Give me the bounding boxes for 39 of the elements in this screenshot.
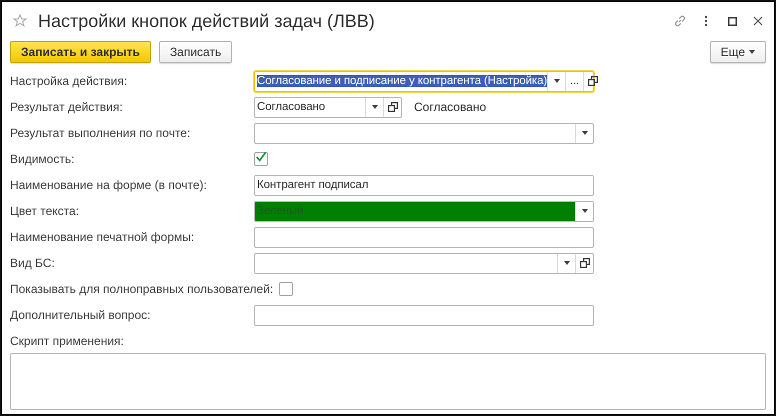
input-field[interactable]	[254, 122, 594, 144]
input-field[interactable]	[254, 252, 594, 274]
result-text: Согласовано	[414, 100, 486, 114]
caret-icon	[582, 209, 588, 213]
field-label: Результат действия:	[10, 100, 124, 114]
dropdown-button[interactable]	[575, 202, 593, 220]
checkbox[interactable]	[254, 152, 268, 166]
link-icon[interactable]	[672, 13, 688, 29]
field-label: Наименование печатной формы:	[10, 230, 196, 244]
checkbox[interactable]	[279, 282, 294, 296]
open-button[interactable]	[575, 254, 593, 272]
star-icon[interactable]	[12, 13, 28, 29]
caret-icon	[749, 50, 755, 54]
field-label: Наименование на форме (в почте):	[10, 178, 208, 192]
field-label: Вид БС:	[10, 256, 56, 270]
field-label: Настройка действия:	[10, 74, 128, 88]
caret-icon	[564, 261, 570, 265]
caret-icon	[554, 79, 560, 83]
input-field[interactable]: Согласовано	[254, 96, 402, 118]
field-label: Видимость:	[10, 152, 76, 166]
more-button[interactable]: Еще	[710, 41, 766, 63]
input-field[interactable]	[254, 226, 594, 248]
field-label: Цвет текста:	[10, 204, 80, 218]
field-label: Скрипт применения:	[10, 334, 125, 350]
window-title: Настройки кнопок действий задач (ЛВВ)	[38, 10, 376, 32]
input-field[interactable]: Контрагент подписал	[254, 174, 594, 196]
save-button[interactable]: Записать	[158, 41, 232, 63]
field-label: Показывать для полноправных пользователей:	[10, 282, 274, 296]
open-icon	[580, 258, 590, 268]
open-icon	[388, 102, 398, 112]
input-field[interactable]	[254, 304, 594, 326]
save-close-button[interactable]: Записать и закрыть	[10, 41, 151, 63]
caret-icon	[372, 105, 378, 109]
field-label: Результат выполнения по почте:	[10, 126, 192, 140]
field-label: Дополнительный вопрос:	[10, 308, 152, 322]
open-icon	[588, 76, 598, 86]
caret-icon	[582, 131, 588, 135]
open-button[interactable]	[383, 98, 401, 116]
choice-button[interactable]: ...	[565, 72, 584, 90]
